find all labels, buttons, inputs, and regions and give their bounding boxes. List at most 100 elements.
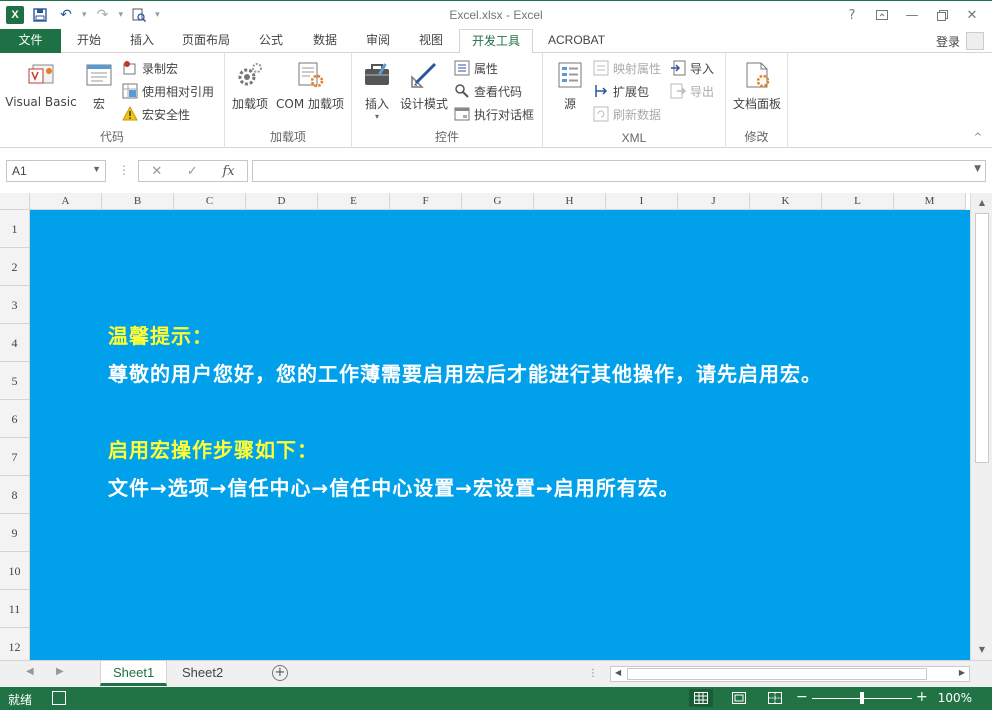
column-header[interactable]: C xyxy=(174,193,246,210)
formula-input[interactable]: ▼ xyxy=(252,160,986,182)
prev-sheet-icon[interactable]: ◀ xyxy=(26,666,34,677)
run-dialog-button[interactable]: 执行对话框 xyxy=(454,104,534,124)
help-button[interactable]: ? xyxy=(838,5,866,25)
column-header[interactable]: B xyxy=(102,193,174,210)
expansion-packs-button[interactable]: 扩展包 xyxy=(593,81,649,101)
row-header[interactable]: 7 xyxy=(0,438,30,476)
record-macro-icon xyxy=(122,60,138,76)
row-header[interactable]: 8 xyxy=(0,476,30,514)
next-sheet-icon[interactable]: ▶ xyxy=(56,666,64,677)
vertical-scroll-thumb[interactable] xyxy=(975,213,989,463)
name-box-dropdown-icon[interactable]: ▼ xyxy=(92,164,101,174)
sign-in-link[interactable]: 登录 xyxy=(936,33,960,50)
zoom-out-icon[interactable]: − xyxy=(796,689,808,705)
scroll-right-icon[interactable]: ▶ xyxy=(959,668,965,677)
column-header[interactable]: F xyxy=(390,193,462,210)
page-layout-view-icon[interactable] xyxy=(727,689,751,707)
column-header[interactable]: L xyxy=(822,193,894,210)
column-header[interactable]: I xyxy=(606,193,678,210)
map-properties-button[interactable]: 映射属性 xyxy=(593,58,661,78)
macros-icon xyxy=(83,59,115,91)
row-header[interactable]: 12 xyxy=(0,628,30,660)
scroll-down-icon[interactable]: ▼ xyxy=(974,642,990,658)
insert-control-button[interactable]: 插入 ▾ xyxy=(360,59,394,121)
column-header[interactable]: D xyxy=(246,193,318,210)
row-header[interactable]: 9 xyxy=(0,514,30,552)
expand-formula-bar-icon[interactable]: ▼ xyxy=(974,164,981,174)
select-all-corner[interactable] xyxy=(0,193,30,210)
column-header[interactable]: G xyxy=(462,193,534,210)
horizontal-scrollbar[interactable]: ◀ ▶ xyxy=(610,666,970,682)
ribbon-display-icon[interactable] xyxy=(868,5,896,25)
tab-file[interactable]: 文件 xyxy=(0,29,61,53)
macro-security-button[interactable]: 宏安全性 xyxy=(122,104,190,124)
tab-review[interactable]: 审阅 xyxy=(354,29,402,53)
tab-split-grip-icon[interactable]: ⋮ xyxy=(588,668,598,679)
sheet-tab-sheet1[interactable]: Sheet1 xyxy=(100,661,168,686)
column-header[interactable]: A xyxy=(30,193,102,210)
horizontal-scroll-thumb[interactable] xyxy=(627,668,927,680)
insert-function-button[interactable]: fx xyxy=(222,164,234,179)
worksheet-grid[interactable]: A B C D E F G H I J K L M 1 2 3 4 5 6 7 … xyxy=(0,193,992,660)
tab-formulas[interactable]: 公式 xyxy=(247,29,295,53)
export-label: 导出 xyxy=(690,84,715,99)
tab-page-layout[interactable]: 页面布局 xyxy=(170,29,242,53)
refresh-data-button[interactable]: 刷新数据 xyxy=(593,104,661,124)
restore-icon[interactable] xyxy=(928,5,956,25)
xml-source-button[interactable]: 源 xyxy=(551,59,589,112)
visual-basic-button[interactable]: Visual Basic xyxy=(4,59,78,109)
addins-button[interactable]: 加载项 xyxy=(231,59,269,112)
column-header[interactable]: J xyxy=(678,193,750,210)
com-addins-label: COM 加载项 xyxy=(276,97,344,111)
zoom-in-icon[interactable]: + xyxy=(916,689,928,705)
import-button[interactable]: 导入 xyxy=(670,58,714,78)
page-break-view-icon[interactable] xyxy=(763,689,787,707)
tab-acrobat[interactable]: ACROBAT xyxy=(536,29,617,53)
row-header[interactable]: 3 xyxy=(0,286,30,324)
row-header[interactable]: 2 xyxy=(0,248,30,286)
name-box[interactable]: A1 ▼ xyxy=(6,160,106,182)
column-header[interactable]: E xyxy=(318,193,390,210)
view-code-button[interactable]: 查看代码 xyxy=(454,81,522,101)
tab-data[interactable]: 数据 xyxy=(301,29,349,53)
group-addins: 加载项 COM 加载项 加载项 xyxy=(225,53,352,148)
export-button[interactable]: 导出 xyxy=(670,81,714,101)
document-panel-button[interactable]: 文档面板 xyxy=(730,59,784,112)
row-header[interactable]: 5 xyxy=(0,362,30,400)
close-icon[interactable]: ✕ xyxy=(958,5,986,25)
com-addins-button[interactable]: COM 加载项 xyxy=(273,59,347,112)
tab-insert[interactable]: 插入 xyxy=(118,29,166,53)
macros-button[interactable]: 宏 xyxy=(82,59,116,112)
record-macro-button[interactable]: 录制宏 xyxy=(122,58,178,78)
row-header[interactable]: 6 xyxy=(0,400,30,438)
design-mode-button[interactable]: 设计模式 xyxy=(398,59,450,112)
macro-recording-icon[interactable] xyxy=(52,691,66,705)
column-header[interactable]: K xyxy=(750,193,822,210)
collapse-ribbon-icon[interactable]: ^ xyxy=(974,132,982,143)
avatar[interactable] xyxy=(966,32,984,50)
confirm-entry-icon[interactable]: ✓ xyxy=(187,164,198,179)
scroll-left-icon[interactable]: ◀ xyxy=(615,668,621,677)
vertical-scrollbar[interactable]: ▲ ▼ xyxy=(970,193,992,660)
column-header[interactable]: M xyxy=(894,193,966,210)
minimize-icon[interactable]: — xyxy=(898,5,926,25)
sheet-tab-sheet2[interactable]: Sheet2 xyxy=(170,661,235,686)
row-header[interactable]: 11 xyxy=(0,590,30,628)
row-header[interactable]: 4 xyxy=(0,324,30,362)
use-relative-references-button[interactable]: 使用相对引用 xyxy=(122,81,214,101)
add-sheet-icon[interactable]: + xyxy=(272,665,288,681)
zoom-slider-thumb[interactable] xyxy=(860,692,864,704)
row-header[interactable]: 10 xyxy=(0,552,30,590)
insert-dropdown-icon: ▾ xyxy=(374,112,379,121)
tab-view[interactable]: 视图 xyxy=(407,29,455,53)
tab-developer[interactable]: 开发工具 xyxy=(459,29,534,54)
zoom-level[interactable]: 100% xyxy=(938,691,972,705)
macro-notice-banner[interactable]: 温馨提示： 尊敬的用户您好，您的工作薄需要启用宏后才能进行其他操作，请先启用宏。… xyxy=(30,210,970,660)
tab-home[interactable]: 开始 xyxy=(65,29,113,53)
normal-view-icon[interactable] xyxy=(689,689,713,707)
properties-button[interactable]: 属性 xyxy=(454,58,498,78)
scroll-up-icon[interactable]: ▲ xyxy=(974,195,990,211)
column-header[interactable]: H xyxy=(534,193,606,210)
row-header[interactable]: 1 xyxy=(0,210,30,248)
cancel-entry-icon[interactable]: ✕ xyxy=(151,164,162,179)
